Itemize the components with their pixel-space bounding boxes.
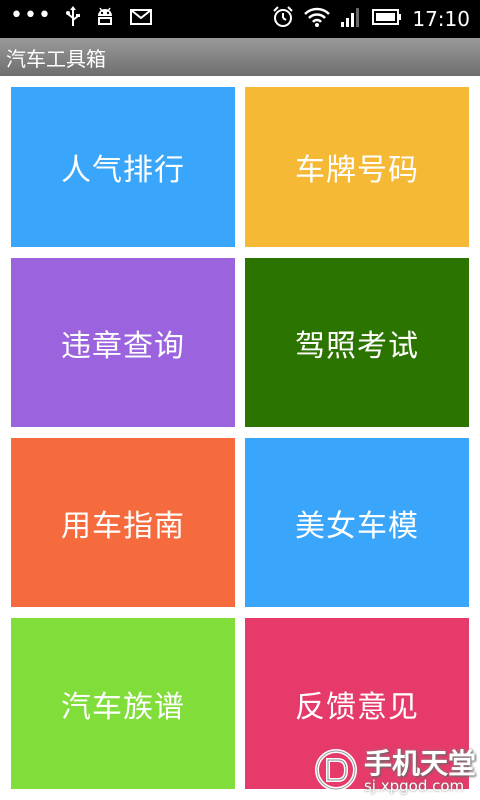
wifi-icon bbox=[304, 7, 331, 31]
tile-violation-query[interactable]: 违章查询 bbox=[11, 258, 235, 427]
clock-time: 17:10 bbox=[412, 7, 470, 31]
mail-icon bbox=[129, 9, 152, 29]
tile-car-guide[interactable]: 用车指南 bbox=[11, 438, 235, 607]
tile-label: 违章查询 bbox=[61, 328, 185, 364]
signal-icon bbox=[340, 7, 362, 31]
tile-car-family-tree[interactable]: 汽车族谱 bbox=[11, 618, 235, 789]
alarm-icon bbox=[272, 6, 294, 32]
tile-label: 驾照考试 bbox=[295, 328, 419, 364]
tile-label: 车牌号码 bbox=[295, 153, 419, 188]
tile-label: 汽车族谱 bbox=[61, 689, 185, 725]
status-bar: ••• 17:10 bbox=[0, 0, 480, 38]
tile-label: 美女车模 bbox=[295, 508, 419, 544]
usb-icon bbox=[65, 6, 80, 32]
battery-icon bbox=[372, 8, 402, 30]
tile-feedback[interactable]: 反馈意见 bbox=[245, 618, 469, 789]
app-title-bar: 汽车工具箱 bbox=[0, 38, 480, 76]
tile-car-models[interactable]: 美女车模 bbox=[245, 438, 469, 607]
tile-popularity-ranking[interactable]: 人气排行 bbox=[11, 87, 235, 247]
app-title: 汽车工具箱 bbox=[6, 46, 106, 71]
tool-grid: 人气排行 车牌号码 违章查询 驾照考试 用车指南 美女车模 汽车族谱 反馈意见 bbox=[0, 76, 480, 800]
tile-label: 用车指南 bbox=[61, 508, 185, 544]
tile-label: 人气排行 bbox=[61, 153, 185, 188]
tile-driving-test[interactable]: 驾照考试 bbox=[245, 258, 469, 427]
android-debug-icon bbox=[94, 6, 116, 32]
tile-label: 反馈意见 bbox=[295, 689, 419, 725]
tile-license-plate[interactable]: 车牌号码 bbox=[245, 87, 469, 247]
more-dots-icon: ••• bbox=[10, 3, 52, 28]
